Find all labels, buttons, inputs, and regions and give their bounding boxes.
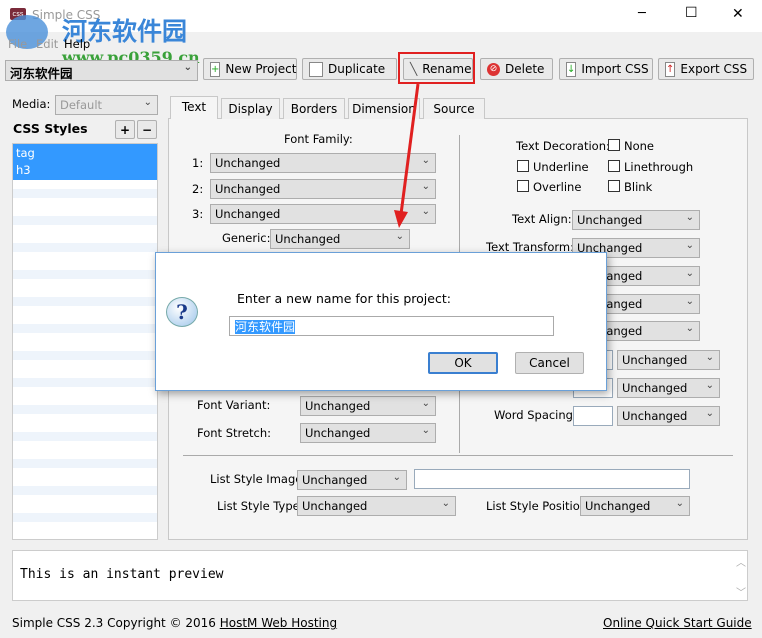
annotation-arrow [394, 83, 420, 228]
